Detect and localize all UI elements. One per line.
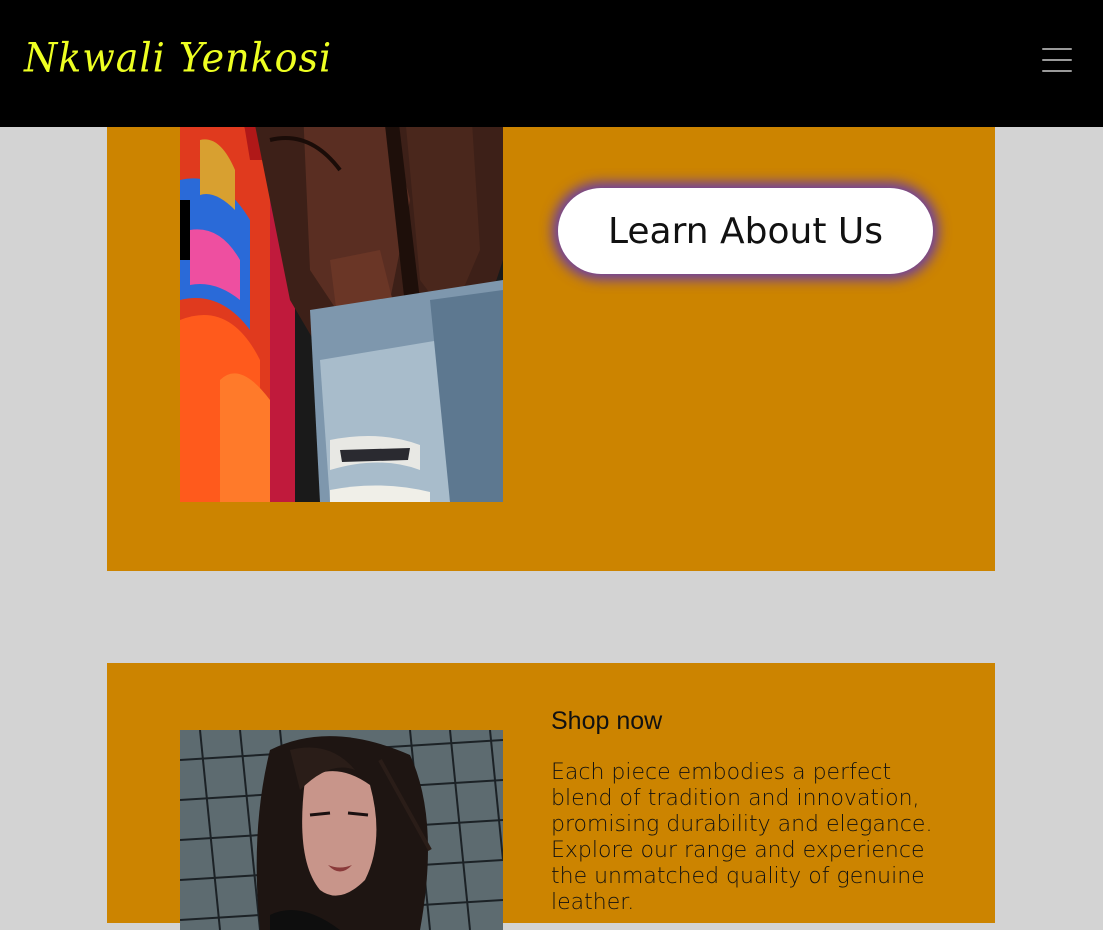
shop-description: Each piece embodies a perfect blend of t…: [551, 760, 933, 915]
navbar: Nkwali Yenkosi: [0, 0, 1103, 127]
hamburger-icon: [1042, 48, 1072, 50]
shop-card: Shop now Each piece embodies a perfect b…: [107, 663, 995, 930]
hamburger-menu-button[interactable]: [1040, 46, 1074, 74]
learn-about-us-button[interactable]: Learn About Us: [558, 188, 933, 274]
shop-now-heading: Shop now: [551, 707, 663, 735]
woman-fence-photo: [180, 730, 503, 930]
brand-logo[interactable]: Nkwali Yenkosi: [24, 35, 332, 81]
hamburger-icon-line: [1042, 59, 1072, 61]
hamburger-icon-line: [1042, 70, 1072, 72]
